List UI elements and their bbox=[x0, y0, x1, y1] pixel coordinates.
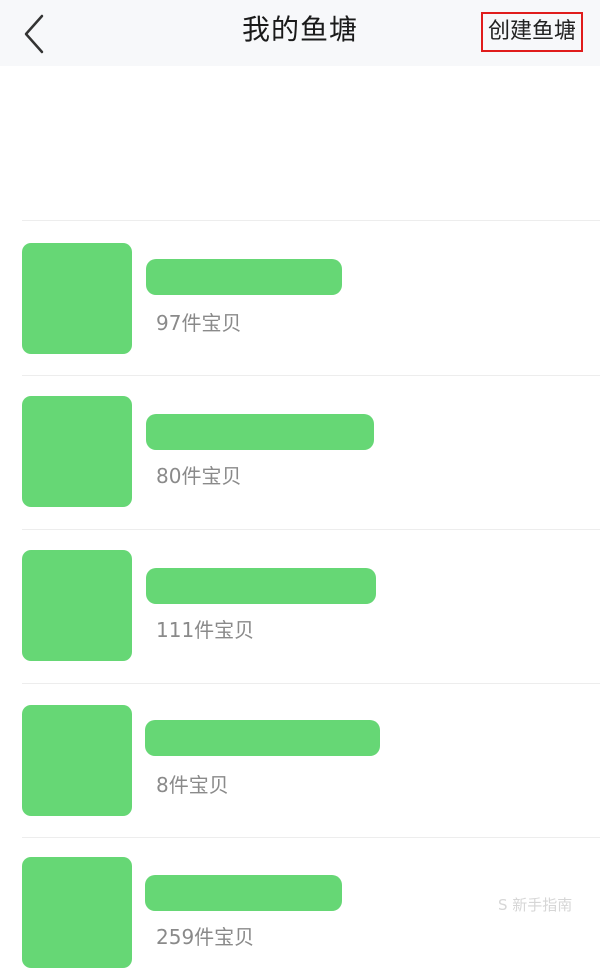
pond-thumbnail bbox=[22, 396, 132, 507]
pond-list-item[interactable]: 111件宝贝 bbox=[0, 550, 600, 662]
divider bbox=[22, 375, 600, 376]
pond-list-item[interactable]: 80件宝贝 bbox=[0, 396, 600, 508]
pond-thumbnail bbox=[22, 243, 132, 354]
pond-name-placeholder bbox=[145, 720, 380, 756]
pond-thumbnail bbox=[22, 550, 132, 661]
pond-list-item[interactable]: 97件宝贝 bbox=[0, 243, 600, 355]
divider bbox=[22, 683, 600, 684]
item-count: 80件宝贝 bbox=[156, 464, 242, 488]
item-count: 259件宝贝 bbox=[156, 925, 255, 949]
pond-name-placeholder bbox=[146, 414, 374, 450]
divider bbox=[22, 220, 600, 221]
pond-thumbnail bbox=[22, 857, 132, 968]
pond-name-placeholder bbox=[146, 568, 376, 604]
divider bbox=[22, 529, 600, 530]
watermark: S 新手指南 bbox=[498, 896, 573, 914]
pond-name-placeholder bbox=[145, 875, 342, 911]
item-count: 111件宝贝 bbox=[156, 618, 255, 642]
divider bbox=[22, 837, 600, 838]
pond-list-item[interactable]: 8件宝贝 bbox=[0, 705, 600, 817]
top-bar: 我的鱼塘 创建鱼塘 bbox=[0, 0, 600, 66]
item-count: 97件宝贝 bbox=[156, 311, 242, 335]
item-count: 8件宝贝 bbox=[156, 773, 229, 797]
pond-name-placeholder bbox=[146, 259, 342, 295]
pond-thumbnail bbox=[22, 705, 132, 816]
create-pond-button[interactable]: 创建鱼塘 bbox=[481, 12, 583, 52]
